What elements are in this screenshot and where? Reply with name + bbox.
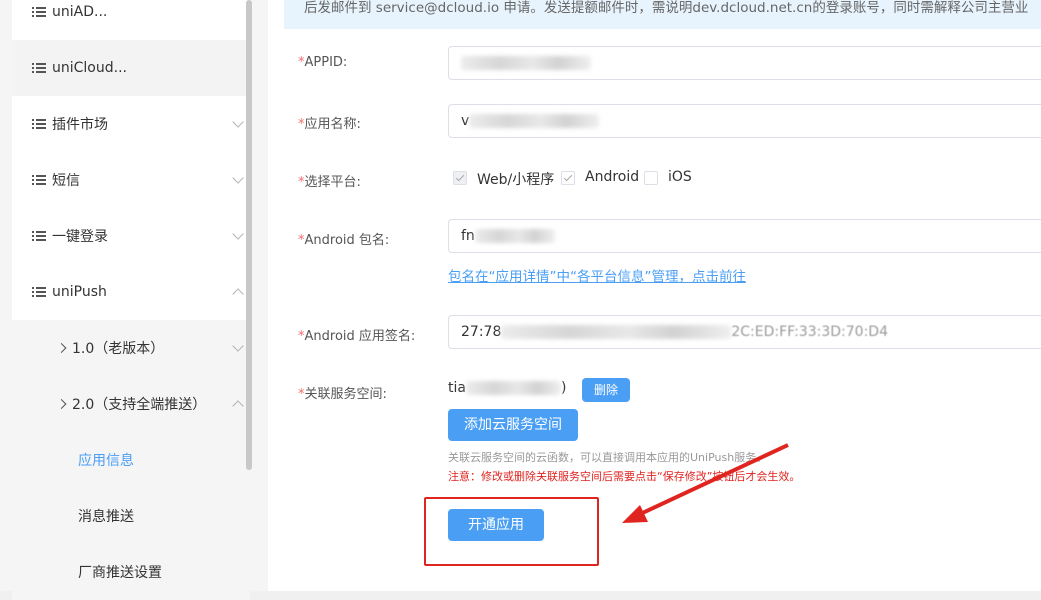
menu-icon bbox=[32, 63, 46, 73]
sidebar-leaf-label: 厂商推送设置 bbox=[78, 565, 162, 581]
sidebar-item-label: 一键登录 bbox=[52, 229, 108, 245]
sidebar-item-plugin-market[interactable]: 插件市场 bbox=[12, 96, 250, 152]
sidebar-item-uniad[interactable]: uniAD... bbox=[12, 0, 250, 40]
chevron-right-icon bbox=[56, 399, 67, 409]
sidebar-item-label: uniPush bbox=[52, 284, 107, 300]
sidebar-leaf-vendor-settings[interactable]: 厂商推送设置 bbox=[12, 544, 250, 600]
sidebar-item-one-click-login[interactable]: 一键登录 bbox=[12, 208, 250, 264]
annotation-arrow-icon bbox=[622, 443, 789, 523]
sidebar-item-unipush[interactable]: uniPush bbox=[12, 264, 250, 320]
sidebar-item-unicloud[interactable]: uniCloud... bbox=[12, 40, 250, 96]
sidebar-item-sms[interactable]: 短信 bbox=[12, 152, 250, 208]
main-content: 后发邮件到 service@dcloud.io 申请。发送提额邮件时，需说明de… bbox=[268, 0, 1041, 591]
sidebar-item-label: uniCloud... bbox=[52, 60, 127, 76]
sidebar-leaf-app-info[interactable]: 应用信息 bbox=[12, 432, 250, 488]
sidebar-item-label: 短信 bbox=[52, 173, 80, 189]
menu-icon bbox=[32, 231, 46, 241]
menu-icon bbox=[32, 7, 46, 17]
chevron-down-icon bbox=[232, 228, 244, 240]
sidebar-item-label: uniAD... bbox=[52, 4, 108, 20]
sidebar-menu: uniAD... uniCloud... 插件市场 短信 一键登录 uniPus… bbox=[12, 0, 250, 600]
sidebar-leaf-message-push[interactable]: 消息推送 bbox=[12, 488, 250, 544]
sidebar-leaf-label: 应用信息 bbox=[78, 453, 134, 469]
chevron-right-icon bbox=[56, 343, 67, 353]
chevron-down-icon bbox=[232, 172, 244, 184]
menu-icon bbox=[32, 175, 46, 185]
sidebar-subitem-unipush-2[interactable]: 2.0（支持全端推送） bbox=[12, 376, 250, 432]
sidebar-item-label: 插件市场 bbox=[52, 117, 108, 133]
sidebar-subitem-unipush-1[interactable]: 1.0（老版本） bbox=[12, 320, 250, 376]
sidebar: uniAD... uniCloud... 插件市场 短信 一键登录 uniPus… bbox=[0, 0, 268, 600]
menu-icon bbox=[32, 287, 46, 297]
chevron-up-icon bbox=[232, 288, 244, 300]
sidebar-scrollbar[interactable] bbox=[246, 0, 252, 470]
chevron-up-icon bbox=[232, 400, 244, 412]
sidebar-subitem-label: 1.0（老版本） bbox=[72, 341, 165, 357]
menu-icon bbox=[32, 119, 46, 129]
sidebar-leaf-label: 消息推送 bbox=[78, 509, 134, 525]
sidebar-subitem-label: 2.0（支持全端推送） bbox=[72, 397, 207, 413]
chevron-down-icon bbox=[232, 340, 244, 352]
chevron-down-icon bbox=[232, 116, 244, 128]
